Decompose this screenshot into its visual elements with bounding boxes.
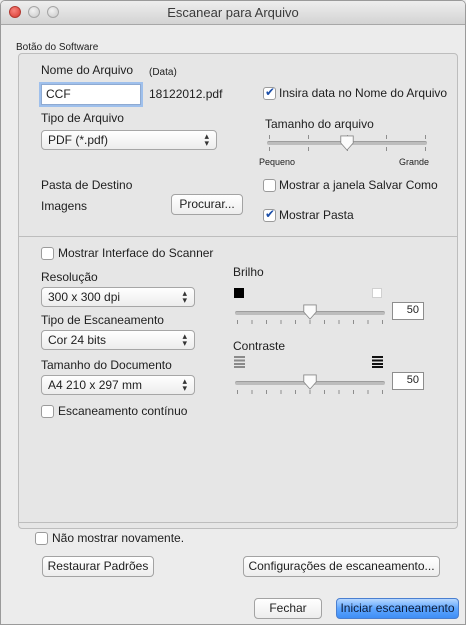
scan-type-label: Tipo de Escaneamento <box>41 313 164 327</box>
up-down-arrows-icon: ▴ ▾ <box>182 331 187 348</box>
continuous-scan-label: Escaneamento contínuo <box>58 404 188 418</box>
browse-button[interactable]: Procurar... <box>171 194 243 215</box>
document-size-select[interactable]: A4 210 x 297 mm ▴ ▾ <box>41 375 195 395</box>
bottom-divider <box>19 522 457 523</box>
scanner-interface-label: Mostrar Interface do Scanner <box>58 246 214 260</box>
destination-folder-label: Pasta de Destino <box>41 178 133 192</box>
document-size-label: Tamanho do Documento <box>41 358 172 372</box>
file-name-date-tag: (Data) <box>149 67 177 78</box>
scan-type-value: Cor 24 bits <box>48 333 107 347</box>
title-bar: Escanear para Arquivo <box>1 1 465 25</box>
scanner-interface-checkbox[interactable] <box>41 247 54 260</box>
contrast-label: Contraste <box>233 339 286 353</box>
continuous-scan-checkbox[interactable] <box>41 405 54 418</box>
file-size-min-label: Pequeno <box>259 157 296 167</box>
contrast-slider-knob[interactable] <box>302 374 318 390</box>
black-square-icon <box>234 288 244 298</box>
file-size-label: Tamanho do arquivo <box>265 117 374 131</box>
brightness-slider-knob[interactable] <box>302 304 318 320</box>
low-contrast-lines-icon <box>234 356 245 368</box>
file-type-select[interactable]: PDF (*.pdf) ▴ ▾ <box>41 130 217 150</box>
brightness-ticks <box>237 320 383 324</box>
file-size-slider-knob[interactable] <box>339 135 355 151</box>
file-name-input[interactable]: CCF <box>41 84 141 105</box>
resolution-value: 300 x 300 dpi <box>48 290 121 304</box>
contrast-value-field[interactable]: 50 <box>392 372 424 390</box>
brightness-label: Brilho <box>233 265 264 279</box>
show-save-as-label: Mostrar a janela Salvar Como <box>279 178 438 192</box>
scan-settings-button[interactable]: Configurações de escaneamento... <box>243 556 440 577</box>
dont-show-again-checkbox[interactable] <box>35 532 48 545</box>
file-type-value: PDF (*.pdf) <box>48 133 109 147</box>
scan-to-file-window: Escanear para Arquivo Botão do Software … <box>0 0 466 625</box>
white-square-icon <box>372 288 382 298</box>
show-folder-checkbox[interactable] <box>263 207 276 222</box>
dont-show-again-label: Não mostrar novamente. <box>52 531 185 545</box>
file-size-max-label: Grande <box>399 157 430 167</box>
file-name-date-suffix: 18122012.pdf <box>149 87 223 101</box>
file-type-label: Tipo de Arquivo <box>41 111 124 125</box>
resolution-label: Resolução <box>41 270 98 284</box>
software-group-label: Botão do Software <box>16 42 99 53</box>
resolution-select[interactable]: 300 x 300 dpi ▴ ▾ <box>41 287 195 307</box>
up-down-arrows-icon: ▴ ▾ <box>182 288 187 305</box>
up-down-arrows-icon: ▴ ▾ <box>204 131 209 148</box>
restore-defaults-button[interactable]: Restaurar Padrões <box>42 556 154 577</box>
section-divider <box>19 236 457 237</box>
window-title: Escanear para Arquivo <box>167 5 299 20</box>
up-down-arrows-icon: ▴ ▾ <box>182 376 187 393</box>
start-scan-button[interactable]: Iniciar escaneamento <box>336 598 459 619</box>
show-save-as-checkbox[interactable] <box>263 179 276 192</box>
close-button[interactable]: Fechar <box>254 598 322 619</box>
contrast-ticks <box>237 390 383 394</box>
insert-date-label: Insira data no Nome do Arquivo <box>279 86 448 100</box>
file-name-label: Nome do Arquivo <box>41 63 134 77</box>
scan-type-select[interactable]: Cor 24 bits ▴ ▾ <box>41 330 195 350</box>
high-contrast-lines-icon <box>372 356 383 368</box>
brightness-value-field[interactable]: 50 <box>392 302 424 320</box>
insert-date-checkbox[interactable] <box>263 85 276 100</box>
destination-folder-name: Imagens <box>41 199 88 213</box>
show-folder-label: Mostrar Pasta <box>279 208 354 222</box>
document-size-value: A4 210 x 297 mm <box>48 378 143 392</box>
